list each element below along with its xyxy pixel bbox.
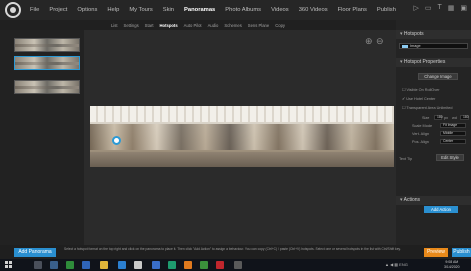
image-type-icon	[402, 45, 408, 48]
zoom-in-icon[interactable]: ⊕	[365, 36, 373, 47]
system-tray[interactable]: ▲ ◀ ▦ ENG	[385, 262, 408, 267]
subtab-settings[interactable]: Settings	[121, 23, 142, 28]
scale-mode-select[interactable]: Fit Image	[440, 123, 466, 128]
menu-item-videos[interactable]: Videos	[266, 7, 294, 13]
app-logo-icon	[5, 2, 21, 18]
menu-item-floor-plans[interactable]: Floor Plans	[333, 7, 372, 13]
clock-date: 3/14/2020	[444, 264, 460, 269]
clock-time: 9:08 AM	[445, 260, 459, 264]
subtab-copy[interactable]: Copy	[272, 23, 288, 28]
panorama-canvas[interactable]: ⊕ ⊖	[84, 30, 396, 245]
hotspot-type-select[interactable]: Image	[399, 43, 468, 49]
app-blue-icon[interactable]	[82, 261, 90, 269]
app-orange-icon[interactable]	[184, 261, 192, 269]
app-green2-icon[interactable]	[200, 261, 208, 269]
zoom-out-icon[interactable]: ⊖	[376, 36, 384, 47]
grid-icon[interactable]: ▦	[448, 4, 455, 12]
search-icon[interactable]	[34, 261, 42, 269]
scale-mode-label: Scale Mode	[412, 124, 433, 128]
vert-align-label: Vert. Align	[412, 132, 430, 136]
image-icon[interactable]: ▣	[460, 4, 467, 12]
menu-item-options[interactable]: Options	[72, 7, 102, 13]
publish-button[interactable]: Publish	[452, 248, 471, 257]
windows-start-icon[interactable]	[5, 261, 12, 268]
panorama-ceiling	[90, 106, 394, 122]
panorama-list	[0, 30, 84, 245]
windows-taskbar: ▲ ◀ ▦ ENG 9:08 AM 3/14/2020	[0, 259, 471, 271]
pos-align-label: Pos. Align	[412, 140, 429, 144]
menu-item-project[interactable]: Project	[44, 7, 72, 13]
menu-item-skin[interactable]: Skin	[158, 7, 179, 13]
subtab-sens-plane[interactable]: Sens Plane	[245, 23, 272, 28]
menu-item-help[interactable]: Help	[102, 7, 124, 13]
panorama-thumbnail[interactable]	[14, 38, 80, 52]
menu-item-360-videos[interactable]: 360 Videos	[294, 7, 333, 13]
transparent-area-checkbox[interactable]: Transparent Area Unlimited	[402, 105, 452, 110]
hotspot-marker[interactable]	[112, 136, 121, 145]
size-wd-label: wd	[452, 116, 457, 120]
menu-item-my-tours[interactable]: My Tours	[124, 7, 157, 13]
hotspots-section-header[interactable]: Hotspots	[396, 30, 471, 39]
use-hotel-center-checkbox[interactable]: Use Hotel Center	[402, 96, 435, 101]
size-label: Size	[422, 116, 430, 120]
panorama-subtoolbar: List Settings Start Hotspots Auto Pilot Audio…	[0, 20, 396, 30]
subtab-hotspots[interactable]: Hotspots	[157, 23, 181, 28]
text-icon[interactable]: T	[437, 4, 441, 12]
menu-item-panoramas[interactable]: Panoramas	[179, 7, 220, 13]
app-teal-icon[interactable]	[168, 261, 176, 269]
menu-item-photo-albums[interactable]: Photo Albums	[220, 7, 266, 13]
subtab-audio[interactable]: Audio	[205, 23, 222, 28]
preview-button[interactable]: Preview	[424, 248, 448, 257]
panorama-shops	[90, 124, 394, 150]
menu-item-file[interactable]: File	[25, 7, 44, 13]
text-tip-label: Text Tip	[399, 157, 413, 161]
taskbar-clock[interactable]: 9:08 AM 3/14/2020	[444, 260, 460, 269]
menu-item-publish[interactable]: Publish	[372, 7, 401, 13]
actions-section-header[interactable]: Actions	[396, 196, 471, 205]
edit-style-button[interactable]: Edit Style	[436, 154, 464, 161]
right-panel: Hotspots Image Hotspot Properties Change…	[396, 20, 471, 245]
panorama-floor	[90, 152, 394, 167]
size-unit-label: px	[444, 116, 449, 120]
subtab-list[interactable]: List	[108, 23, 121, 28]
menu-bar: File Project Options Help My Tours Skin Panora…	[0, 0, 471, 20]
pos-align-select[interactable]: Center	[440, 139, 466, 144]
app-gray-icon[interactable]	[134, 261, 142, 269]
change-image-button[interactable]: Change Image	[418, 73, 458, 80]
app-dark-icon[interactable]	[234, 261, 242, 269]
file-explorer-icon[interactable]	[100, 261, 108, 269]
play-icon[interactable]: ▷	[413, 4, 418, 12]
app-green-icon[interactable]	[66, 261, 74, 269]
app-blue2-icon[interactable]	[118, 261, 126, 269]
subtab-schemes[interactable]: Schemes	[221, 23, 244, 28]
app-word-icon[interactable]	[152, 261, 160, 269]
status-help-text: Select a hotspot format on the top right…	[64, 247, 401, 251]
size-height-field[interactable]: 180	[460, 115, 469, 120]
add-action-button[interactable]: Add Action	[424, 206, 458, 213]
top-right-toolbar: ▷ ▭ T ▦ ▣	[413, 4, 467, 12]
status-bar: Add Panorama Select a hotspot format on …	[0, 245, 471, 259]
app-red-icon[interactable]	[216, 261, 224, 269]
subtab-auto-pilot[interactable]: Auto Pilot	[181, 23, 205, 28]
size-width-field[interactable]: 180	[434, 115, 443, 120]
task-view-icon[interactable]	[50, 261, 58, 269]
panorama-thumbnail-selected[interactable]	[14, 56, 80, 70]
panorama-image[interactable]	[90, 106, 394, 167]
subtab-start[interactable]: Start	[142, 23, 157, 28]
window-icon[interactable]: ▭	[425, 4, 432, 12]
visible-on-rollover-checkbox[interactable]: Visible On RollOver	[402, 87, 439, 92]
hotspot-properties-header[interactable]: Hotspot Properties	[396, 58, 471, 67]
vert-align-select[interactable]: Middle	[440, 131, 466, 136]
add-panorama-button[interactable]: Add Panorama	[14, 248, 56, 257]
panorama-thumbnail[interactable]	[14, 80, 80, 94]
